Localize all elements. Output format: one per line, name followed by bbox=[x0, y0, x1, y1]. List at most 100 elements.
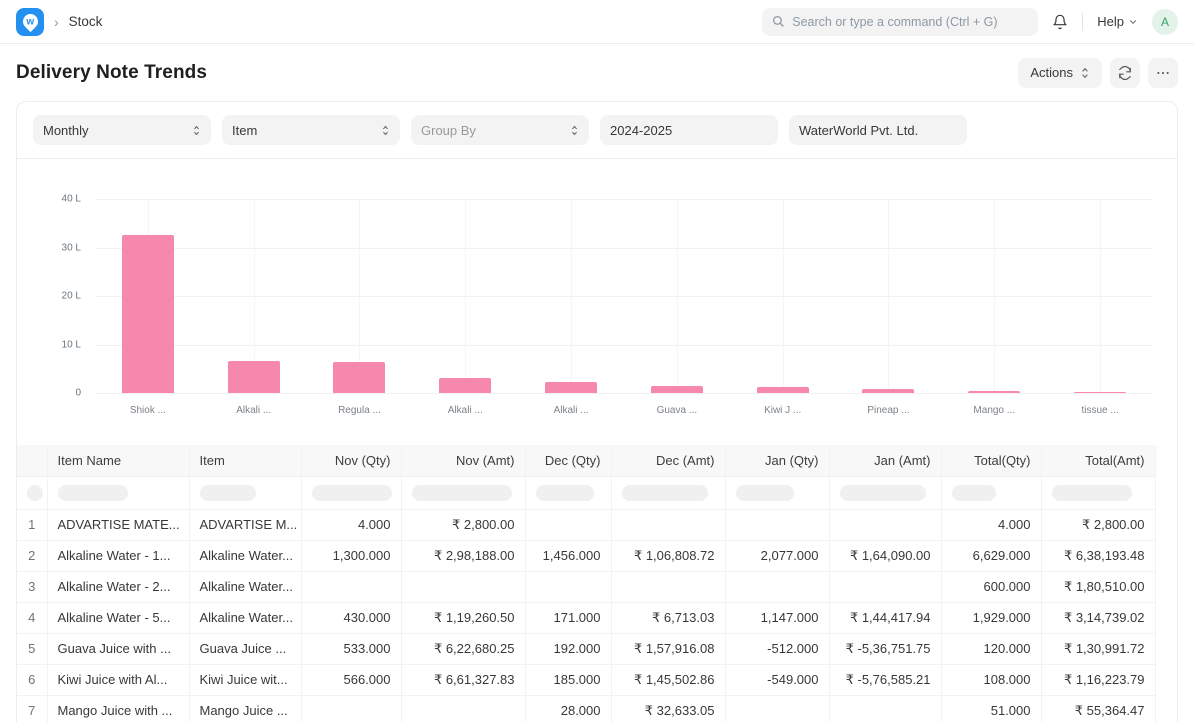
cell: 185.000 bbox=[525, 664, 611, 695]
cell: -512.000 bbox=[725, 633, 829, 664]
column-filter-input[interactable] bbox=[736, 485, 794, 501]
more-options-button[interactable] bbox=[1148, 58, 1178, 88]
column-header[interactable]: Total(Amt) bbox=[1041, 445, 1155, 476]
cell: Kiwi Juice wit... bbox=[189, 664, 301, 695]
cell bbox=[301, 571, 401, 602]
help-menu[interactable]: Help bbox=[1097, 14, 1138, 29]
filter-based-on[interactable]: Item bbox=[222, 115, 400, 145]
column-filter-input[interactable] bbox=[58, 485, 128, 501]
bell-icon bbox=[1052, 14, 1068, 30]
cell: 533.000 bbox=[301, 633, 401, 664]
filter-group-by[interactable]: Group By bbox=[411, 115, 589, 145]
cell: Alkaline Water... bbox=[189, 602, 301, 633]
filter-cell bbox=[189, 476, 301, 509]
cell: 4.000 bbox=[301, 509, 401, 540]
bar[interactable] bbox=[439, 378, 491, 393]
cell: ₹ 55,364.47 bbox=[1041, 695, 1155, 722]
filter-fiscal-year[interactable]: 2024-2025 bbox=[600, 115, 778, 145]
bar-slot bbox=[518, 199, 624, 393]
cell: ₹ 2,98,188.00 bbox=[401, 540, 525, 571]
ellipsis-icon bbox=[1156, 66, 1170, 80]
bar[interactable] bbox=[651, 386, 703, 393]
cell: Mango Juice with ... bbox=[47, 695, 189, 722]
gridline bbox=[95, 393, 1153, 394]
column-filter-input[interactable] bbox=[952, 485, 996, 501]
cell: ₹ 1,06,808.72 bbox=[611, 540, 725, 571]
y-axis-label: 20 L bbox=[62, 291, 81, 302]
cell bbox=[301, 695, 401, 722]
filter-cell bbox=[611, 476, 725, 509]
bar-slot bbox=[201, 199, 307, 393]
bar-slot bbox=[307, 199, 413, 393]
x-axis-label: Alkali ... bbox=[201, 405, 307, 416]
avatar[interactable]: A bbox=[1152, 9, 1178, 35]
app-logo[interactable]: w bbox=[16, 8, 44, 36]
filter-cell bbox=[725, 476, 829, 509]
filter-cell bbox=[829, 476, 941, 509]
filter-cell bbox=[401, 476, 525, 509]
filter-period[interactable]: Monthly bbox=[33, 115, 211, 145]
x-axis-label: Mango ... bbox=[941, 405, 1047, 416]
column-filter-input[interactable] bbox=[840, 485, 926, 501]
bar[interactable] bbox=[757, 387, 809, 393]
column-header[interactable]: Dec (Amt) bbox=[611, 445, 725, 476]
column-filter-input[interactable] bbox=[27, 485, 43, 501]
column-header[interactable]: Dec (Qty) bbox=[525, 445, 611, 476]
refresh-button[interactable] bbox=[1110, 58, 1140, 88]
bar[interactable] bbox=[1074, 392, 1126, 393]
cell: ₹ 32,633.05 bbox=[611, 695, 725, 722]
column-header[interactable]: Jan (Qty) bbox=[725, 445, 829, 476]
chevron-updown-icon bbox=[192, 125, 201, 136]
column-filter-input[interactable] bbox=[1052, 485, 1132, 501]
cell: ₹ 1,30,991.72 bbox=[1041, 633, 1155, 664]
bar-slot bbox=[836, 199, 942, 393]
column-header[interactable]: Nov (Qty) bbox=[301, 445, 401, 476]
filter-cell bbox=[301, 476, 401, 509]
cell bbox=[725, 509, 829, 540]
column-filter-input[interactable] bbox=[200, 485, 256, 501]
bar[interactable] bbox=[228, 361, 280, 393]
filter-company[interactable]: WaterWorld Pvt. Ltd. bbox=[789, 115, 967, 145]
search-input[interactable]: Search or type a command (Ctrl + G) bbox=[762, 8, 1038, 36]
column-header[interactable]: Item Name bbox=[47, 445, 189, 476]
breadcrumb[interactable]: Stock bbox=[69, 14, 103, 29]
bar[interactable] bbox=[333, 362, 385, 393]
table-row: 4Alkaline Water - 5...Alkaline Water...4… bbox=[17, 602, 1155, 633]
column-header[interactable]: Jan (Amt) bbox=[829, 445, 941, 476]
bar[interactable] bbox=[122, 235, 174, 393]
column-filter-input[interactable] bbox=[312, 485, 392, 501]
column-filter-input[interactable] bbox=[412, 485, 512, 501]
bar-slot bbox=[412, 199, 518, 393]
table-row: 1ADVARTISE MATE...ADVARTISE M...4.000₹ 2… bbox=[17, 509, 1155, 540]
cell bbox=[829, 509, 941, 540]
gridline bbox=[888, 199, 889, 393]
chevron-down-icon bbox=[1128, 17, 1138, 27]
filter-bar: Monthly Item Group By 2024-2025 WaterWorld P… bbox=[17, 102, 1177, 159]
notifications-button[interactable] bbox=[1052, 14, 1068, 30]
cell: 192.000 bbox=[525, 633, 611, 664]
row-index: 3 bbox=[17, 571, 47, 602]
cell bbox=[525, 571, 611, 602]
column-filter-input[interactable] bbox=[622, 485, 708, 501]
column-header[interactable]: Item bbox=[189, 445, 301, 476]
row-index: 7 bbox=[17, 695, 47, 722]
row-index: 1 bbox=[17, 509, 47, 540]
cell: 600.000 bbox=[941, 571, 1041, 602]
column-filter-input[interactable] bbox=[536, 485, 594, 501]
filter-cell bbox=[17, 476, 47, 509]
filter-value: Group By bbox=[421, 123, 476, 138]
cell: ₹ -5,76,585.21 bbox=[829, 664, 941, 695]
gridline bbox=[994, 199, 995, 393]
x-axis-label: Regula ... bbox=[307, 405, 413, 416]
x-axis-label: Alkali ... bbox=[412, 405, 518, 416]
cell: ₹ 6,38,193.48 bbox=[1041, 540, 1155, 571]
bar[interactable] bbox=[862, 389, 914, 393]
bar-slot bbox=[941, 199, 1047, 393]
bar[interactable] bbox=[545, 382, 597, 393]
actions-button[interactable]: Actions bbox=[1018, 58, 1102, 88]
column-header[interactable]: Total(Qty) bbox=[941, 445, 1041, 476]
column-header[interactable]: Nov (Amt) bbox=[401, 445, 525, 476]
cell: ₹ 1,45,502.86 bbox=[611, 664, 725, 695]
table-body: 1ADVARTISE MATE...ADVARTISE M...4.000₹ 2… bbox=[17, 509, 1155, 722]
cell: 51.000 bbox=[941, 695, 1041, 722]
